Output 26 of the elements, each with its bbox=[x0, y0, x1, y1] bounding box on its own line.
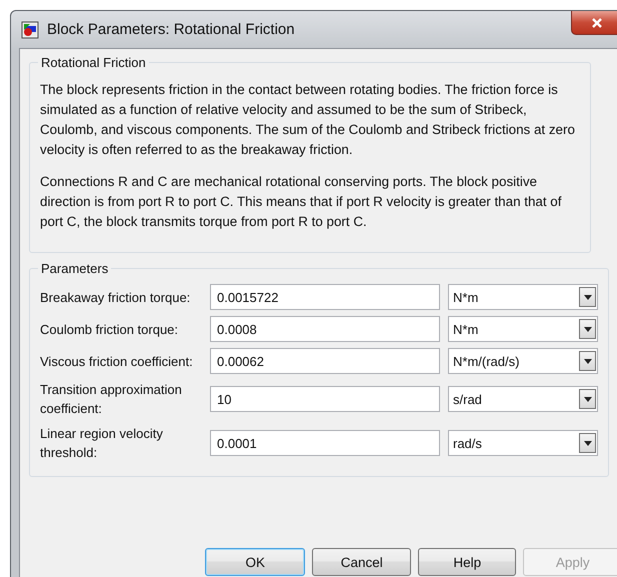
dialog-button[interactable]: Cancel bbox=[312, 548, 411, 576]
parameter-field[interactable]: 0.0001 bbox=[210, 430, 440, 456]
unit-dropdown[interactable]: N*m/(rad/s) bbox=[448, 348, 598, 374]
group-title: Rotational Friction bbox=[40, 55, 147, 70]
block-icon bbox=[21, 20, 39, 38]
unit-dropdown[interactable]: s/rad bbox=[448, 386, 598, 412]
parameter-field[interactable]: 0.0015722 bbox=[210, 284, 440, 310]
group-title: Parameters bbox=[40, 261, 110, 276]
parameter-label: Breakaway friction torque: bbox=[40, 288, 192, 306]
description-text: Connections R and C are mechanical rotational conserving ports. The block positive direction is from port R to port C. This means that if port R velocity is greater than that of port C, the block transmits torque from port R to port C. bbox=[40, 173, 562, 231]
parameter-field[interactable]: 10 bbox=[210, 386, 440, 412]
close-button[interactable] bbox=[571, 11, 617, 35]
parameter-field[interactable]: 0.0008 bbox=[210, 316, 440, 342]
unit-dropdown[interactable]: N*m bbox=[448, 284, 598, 310]
unit-dropdown[interactable]: N*m bbox=[448, 316, 598, 342]
window-title: Block Parameters: Rotational Friction bbox=[47, 21, 295, 38]
close-icon bbox=[591, 18, 603, 28]
dialog-button[interactable]: Help bbox=[418, 548, 516, 576]
parameter-field[interactable]: 0.00062 bbox=[210, 348, 440, 374]
description-text: The block represents friction in the contact between rotating bodies. The friction force is simulated as a function of relative velocity and assumed to be the sum of Stribeck, Coulomb, and viscous components. The sum of the Coulomb and Stribeck frictions at zero velocity is often referred to as the breakaway friction. bbox=[40, 81, 576, 159]
unit-dropdown[interactable]: rad/s bbox=[448, 430, 598, 456]
parameter-label: Linear region velocity threshold: bbox=[40, 425, 164, 462]
parameter-label: Viscous friction coefficient: bbox=[40, 352, 194, 370]
parameter-label: Transition approximation coefficient: bbox=[40, 381, 183, 418]
dialog-button[interactable]: OK bbox=[205, 548, 306, 576]
parameter-label: Coulomb friction torque: bbox=[40, 320, 180, 338]
